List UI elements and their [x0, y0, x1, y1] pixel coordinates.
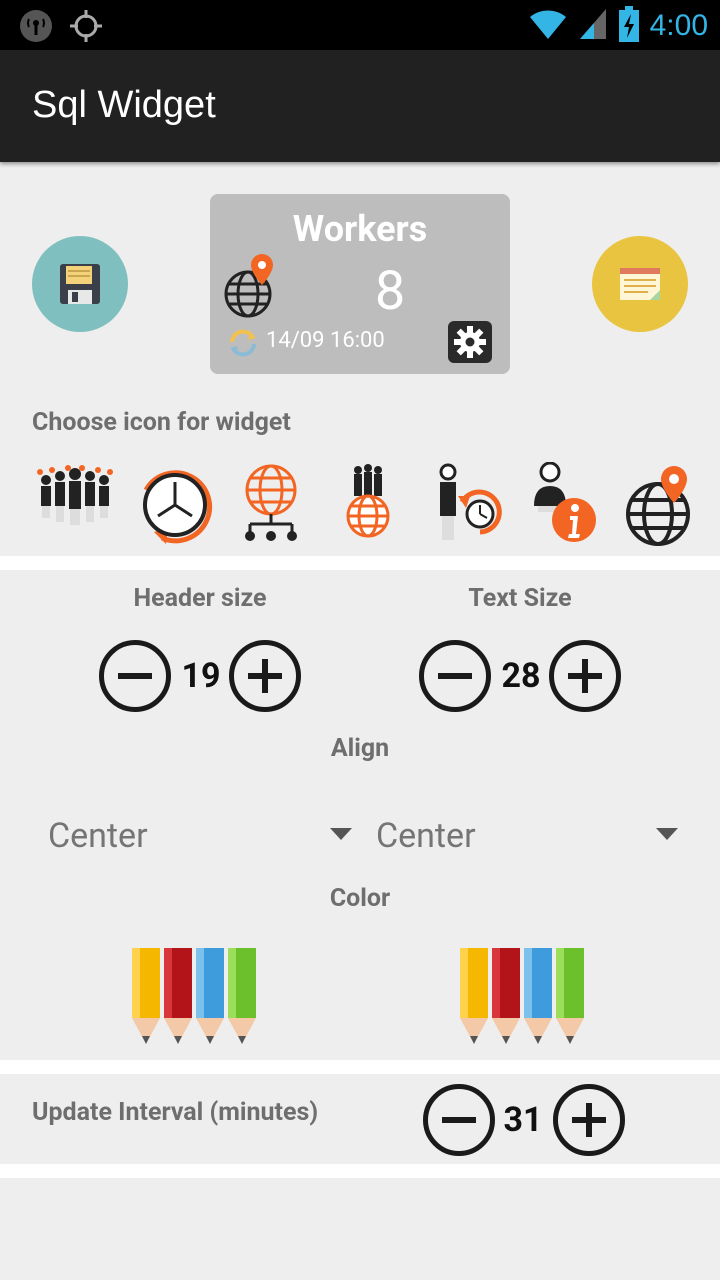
section-divider	[0, 556, 720, 570]
notepad-icon	[620, 268, 660, 300]
update-interval-decrease-button[interactable]	[423, 1084, 495, 1156]
people-globe-icon[interactable]	[324, 462, 410, 548]
widget-updated-time: 14/09 16:00	[266, 328, 385, 353]
refresh-icon	[226, 326, 260, 364]
widget-preview[interactable]: Workers 8 14/09 16:00	[210, 194, 510, 374]
colored-pencils-icon	[132, 948, 256, 1044]
dropdown-arrow-icon	[656, 828, 678, 840]
app-bar: Sql Widget	[0, 50, 720, 162]
app-title: Sql Widget	[32, 84, 216, 126]
text-color-picker[interactable]	[456, 946, 596, 1046]
header-size-increase-button[interactable]	[229, 640, 301, 712]
save-button[interactable]	[32, 236, 128, 332]
header-color-picker[interactable]	[128, 946, 268, 1046]
floppy-disk-icon	[60, 264, 100, 304]
globe-location-icon	[224, 254, 280, 324]
text-size-value: 28	[501, 656, 541, 696]
widget-value: 8	[374, 260, 406, 323]
gps-icon	[68, 8, 104, 48]
color-label: Color	[329, 884, 391, 913]
header-size-label: Header size	[133, 584, 267, 613]
signal-icon	[578, 7, 608, 45]
icon-chooser	[32, 461, 692, 548]
hotspot-icon	[18, 8, 54, 48]
header-align-dropdown[interactable]: Center	[48, 806, 352, 866]
wifi-icon	[528, 7, 568, 45]
gear-icon	[454, 326, 486, 358]
person-time-icon[interactable]	[422, 462, 508, 548]
header-size-value: 19	[181, 656, 221, 696]
update-interval-value: 31	[503, 1100, 543, 1140]
align-label: Align	[330, 734, 390, 763]
text-align-value: Center	[376, 816, 476, 856]
clock-refresh-icon[interactable]	[132, 462, 218, 548]
text-size-decrease-button[interactable]	[419, 640, 491, 712]
section-divider	[0, 1164, 720, 1178]
text-size-increase-button[interactable]	[549, 640, 621, 712]
colored-pencils-icon	[460, 948, 584, 1044]
globe-location-icon[interactable]	[622, 462, 708, 548]
notes-button[interactable]	[592, 236, 688, 332]
widget-settings-button[interactable]	[448, 321, 492, 363]
people-group-icon[interactable]	[32, 462, 118, 548]
update-interval-increase-button[interactable]	[553, 1084, 625, 1156]
person-info-icon[interactable]	[520, 461, 606, 548]
text-size-label: Text Size	[468, 584, 572, 613]
choose-icon-label: Choose icon for widget	[32, 408, 291, 437]
header-size-decrease-button[interactable]	[99, 640, 171, 712]
dropdown-arrow-icon	[330, 828, 352, 840]
status-bar: 4:00	[0, 0, 720, 50]
header-align-value: Center	[48, 816, 148, 856]
update-interval-label: Update Interval (minutes)	[32, 1098, 319, 1127]
widget-title: Workers	[292, 208, 428, 250]
text-align-dropdown[interactable]: Center	[376, 806, 680, 866]
status-time: 4:00	[649, 9, 708, 42]
battery-charging-icon	[618, 6, 640, 46]
network-globe-icon[interactable]	[228, 462, 314, 548]
section-divider	[0, 1060, 720, 1074]
